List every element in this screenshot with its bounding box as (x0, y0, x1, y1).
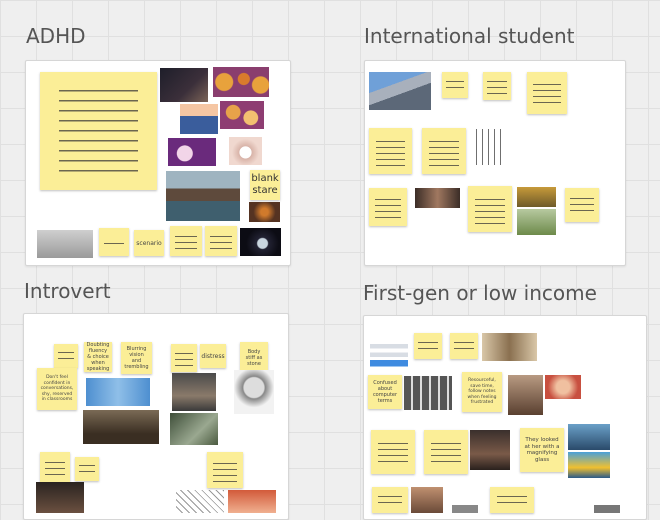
image-thumbnail[interactable] (471, 129, 505, 165)
image-thumbnail[interactable] (370, 334, 408, 370)
sticky-note[interactable]: distress (200, 344, 226, 368)
frame-title-introvert[interactable]: Introvert (24, 279, 111, 303)
image-thumbnail[interactable] (568, 452, 610, 478)
image-thumbnail[interactable] (172, 373, 216, 411)
sticky-note[interactable]: Confused about computer terms (368, 375, 402, 409)
frame-title-firstgen[interactable]: First-gen or low income (363, 281, 597, 305)
sticky-note[interactable] (527, 72, 567, 114)
image-thumbnail[interactable] (545, 375, 581, 399)
image-thumbnail[interactable] (228, 490, 276, 513)
image-thumbnail[interactable] (180, 104, 218, 134)
image-thumbnail[interactable] (166, 171, 240, 221)
sticky-note[interactable] (424, 430, 468, 474)
sticky-note[interactable]: Don't feel confident in conversations, s… (37, 368, 77, 410)
sticky-note[interactable] (490, 487, 534, 513)
image-thumbnail[interactable] (37, 230, 93, 258)
sticky-note[interactable]: They looked at her with a magnifying gla… (520, 428, 564, 472)
sticky-note[interactable]: Resourceful, save time, follow notes whe… (462, 372, 502, 412)
image-thumbnail[interactable] (404, 376, 452, 410)
image-thumbnail[interactable] (240, 228, 281, 256)
sticky-note[interactable] (75, 457, 99, 481)
image-thumbnail[interactable] (249, 202, 280, 222)
sticky-note[interactable] (369, 128, 412, 174)
sticky-note[interactable] (171, 344, 197, 372)
image-thumbnail[interactable] (517, 187, 556, 207)
sticky-note[interactable] (207, 452, 243, 488)
sticky-note[interactable] (205, 226, 237, 256)
sticky-note[interactable] (414, 333, 442, 359)
image-thumbnail[interactable] (229, 137, 262, 165)
image-thumbnail[interactable] (160, 68, 208, 102)
image-thumbnail[interactable] (568, 424, 610, 450)
sticky-note[interactable]: scenario (134, 230, 164, 256)
sticky-note[interactable] (371, 430, 415, 474)
sticky-note[interactable] (483, 72, 511, 100)
image-thumbnail[interactable] (36, 482, 84, 513)
image-thumbnail[interactable] (411, 487, 443, 513)
sticky-note[interactable] (442, 72, 468, 98)
sticky-note-large[interactable] (40, 72, 157, 190)
frame-title-international[interactable]: International student (364, 24, 574, 48)
sticky-note[interactable]: Blurring vision and trembling (121, 342, 152, 374)
image-thumbnail[interactable] (168, 138, 216, 166)
image-thumbnail[interactable] (176, 490, 224, 513)
sticky-note[interactable] (40, 452, 70, 482)
sticky-note[interactable] (450, 333, 478, 359)
image-thumbnail[interactable] (415, 188, 460, 208)
sticky-note[interactable] (369, 188, 407, 226)
image-thumbnail[interactable] (170, 413, 218, 445)
image-thumbnail[interactable] (220, 101, 264, 129)
sticky-note[interactable] (170, 226, 202, 256)
sticky-note[interactable] (372, 487, 408, 513)
image-thumbnail[interactable] (213, 67, 269, 97)
sticky-note[interactable] (468, 186, 512, 232)
sticky-note[interactable] (99, 228, 129, 256)
image-thumbnail[interactable] (234, 370, 274, 414)
image-thumbnail[interactable] (508, 375, 543, 415)
image-thumbnail[interactable] (83, 410, 159, 444)
sticky-note[interactable]: blank stare (250, 170, 280, 200)
image-thumbnail[interactable] (452, 505, 478, 513)
sticky-note[interactable] (422, 128, 466, 174)
image-thumbnail[interactable] (369, 72, 431, 110)
sticky-note[interactable] (54, 344, 78, 368)
image-thumbnail[interactable] (470, 430, 510, 470)
image-thumbnail[interactable] (86, 378, 150, 406)
frame-title-adhd[interactable]: ADHD (26, 24, 86, 48)
sticky-note[interactable] (565, 188, 599, 222)
sticky-note[interactable]: Doubting fluency & choice when speaking (84, 342, 112, 372)
image-thumbnail[interactable] (594, 505, 620, 513)
image-thumbnail[interactable] (482, 333, 537, 361)
image-thumbnail[interactable] (517, 209, 556, 235)
